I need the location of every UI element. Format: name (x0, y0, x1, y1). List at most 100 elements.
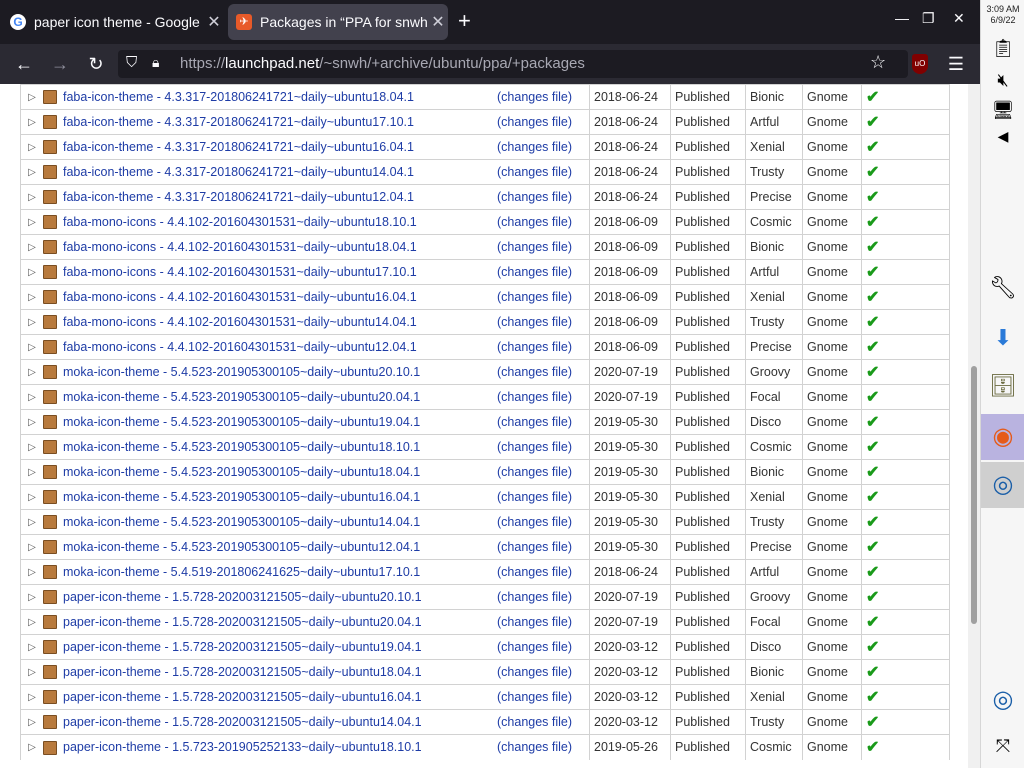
expand-triangle-icon[interactable]: ▷ (21, 710, 43, 735)
maximize-icon[interactable]: ❐ (922, 10, 935, 27)
package-link[interactable]: paper-icon-theme - 1.5.728-202003121505~… (63, 715, 422, 729)
package-link[interactable]: moka-icon-theme - 5.4.523-201905300105~d… (63, 415, 420, 429)
package-link[interactable]: faba-mono-icons - 4.4.102-201604301531~d… (63, 290, 417, 304)
package-link[interactable]: faba-mono-icons - 4.4.102-201604301531~d… (63, 315, 417, 329)
changes-file-link[interactable]: (changes file) (497, 515, 572, 529)
changes-file-link[interactable]: (changes file) (497, 165, 572, 179)
package-link[interactable]: paper-icon-theme - 1.5.728-202003121505~… (63, 640, 422, 654)
muted-speaker-icon[interactable]: 🔇︎ (987, 64, 1019, 96)
expand-triangle-icon[interactable]: ▷ (21, 185, 43, 210)
expand-triangle-icon[interactable]: ▷ (21, 210, 43, 235)
expand-triangle-icon[interactable]: ▷ (21, 585, 43, 610)
changes-file-link[interactable]: (changes file) (497, 415, 572, 429)
close-tab-icon[interactable]: ✕ (428, 12, 448, 32)
changes-file-link[interactable]: (changes file) (497, 740, 572, 754)
changes-file-link[interactable]: (changes file) (497, 365, 572, 379)
package-link[interactable]: faba-mono-icons - 4.4.102-201604301531~d… (63, 240, 417, 254)
firefox-icon[interactable]: ◉ (981, 414, 1024, 460)
changes-file-link[interactable]: (changes file) (497, 240, 572, 254)
new-tab-button[interactable]: + (458, 10, 471, 32)
package-link[interactable]: faba-icon-theme - 4.3.317-201806241721~d… (63, 140, 414, 154)
expand-triangle-icon[interactable]: ▷ (21, 135, 43, 160)
package-link[interactable]: moka-icon-theme - 5.4.523-201905300105~d… (63, 515, 420, 529)
minimize-icon[interactable]: — (895, 10, 909, 26)
changes-file-link[interactable]: (changes file) (497, 465, 572, 479)
expand-triangle-icon[interactable]: ▷ (21, 435, 43, 460)
package-link[interactable]: moka-icon-theme - 5.4.519-201806241625~d… (63, 565, 420, 579)
changes-file-link[interactable]: (changes file) (497, 665, 572, 679)
settings-tools-icon[interactable]: 🔧︎ (987, 272, 1019, 304)
expand-triangle-icon[interactable]: ▷ (21, 310, 43, 335)
expand-triangle-icon[interactable]: ▷ (21, 685, 43, 710)
changes-file-link[interactable]: (changes file) (497, 440, 572, 454)
expand-triangle-icon[interactable]: ▷ (21, 110, 43, 135)
package-link[interactable]: faba-mono-icons - 4.4.102-201604301531~d… (63, 215, 417, 229)
changes-file-link[interactable]: (changes file) (497, 340, 572, 354)
package-link[interactable]: paper-icon-theme - 1.5.723-201905252133~… (63, 740, 422, 754)
steam-tray-icon[interactable]: ◎ (987, 684, 1019, 716)
changes-file-link[interactable]: (changes file) (497, 590, 572, 604)
address-bar[interactable]: ⛉ 🔒︎ https://launchpad.net/~snwh/+archiv… (118, 50, 908, 78)
package-link[interactable]: moka-icon-theme - 5.4.523-201905300105~d… (63, 465, 420, 479)
changes-file-link[interactable]: (changes file) (497, 390, 572, 404)
forward-arrow-icon[interactable]: → (48, 52, 72, 76)
expand-triangle-icon[interactable]: ▷ (21, 85, 43, 110)
changes-file-link[interactable]: (changes file) (497, 540, 572, 554)
package-link[interactable]: faba-icon-theme - 4.3.317-201806241721~d… (63, 115, 414, 129)
package-link[interactable]: paper-icon-theme - 1.5.728-202003121505~… (63, 665, 422, 679)
expand-triangle-icon[interactable]: ▷ (21, 510, 43, 535)
steam-icon[interactable]: ◎ (981, 462, 1024, 508)
package-link[interactable]: faba-icon-theme - 4.3.317-201806241721~d… (63, 190, 414, 204)
back-arrow-icon[interactable]: ← (12, 52, 36, 76)
reload-icon[interactable]: ↻ (84, 52, 108, 76)
changes-file-link[interactable]: (changes file) (497, 90, 572, 104)
changes-file-link[interactable]: (changes file) (497, 140, 572, 154)
changes-file-link[interactable]: (changes file) (497, 315, 572, 329)
changes-file-link[interactable]: (changes file) (497, 290, 572, 304)
changes-file-link[interactable]: (changes file) (497, 615, 572, 629)
expand-triangle-icon[interactable]: ▷ (21, 285, 43, 310)
clipboard-icon[interactable]: 📋︎ (987, 32, 1019, 64)
expand-triangle-icon[interactable]: ▷ (21, 535, 43, 560)
expand-triangle-icon[interactable]: ▷ (21, 610, 43, 635)
file-manager-icon[interactable]: 🗄︎ (987, 370, 1019, 402)
expand-triangle-icon[interactable]: ▷ (21, 460, 43, 485)
package-link[interactable]: moka-icon-theme - 5.4.523-201905300105~d… (63, 490, 420, 504)
download-manager-icon[interactable]: ⬇ (987, 322, 1019, 354)
expand-triangle-icon[interactable]: ▷ (21, 410, 43, 435)
expand-triangle-icon[interactable]: ▷ (21, 660, 43, 685)
expand-triangle-icon[interactable]: ▷ (21, 160, 43, 185)
package-link[interactable]: moka-icon-theme - 5.4.523-201905300105~d… (63, 540, 420, 554)
expand-triangle-icon[interactable]: ▷ (21, 360, 43, 385)
package-link[interactable]: moka-icon-theme - 5.4.523-201905300105~d… (63, 390, 420, 404)
package-link[interactable]: faba-mono-icons - 4.4.102-201604301531~d… (63, 340, 417, 354)
close-window-icon[interactable]: ✕ (953, 10, 965, 27)
package-link[interactable]: paper-icon-theme - 1.5.728-202003121505~… (63, 590, 422, 604)
expand-triangle-icon[interactable]: ▷ (21, 735, 43, 760)
collapse-arrow-icon[interactable]: ◀ (987, 120, 1019, 152)
tab-launchpad-packages[interactable]: ✈ Packages in “PPA for snwh” ✕ (228, 4, 448, 40)
scrollbar-thumb[interactable] (971, 366, 977, 624)
lock-icon[interactable]: 🔒︎ (152, 54, 159, 71)
expand-triangle-icon[interactable]: ▷ (21, 335, 43, 360)
tab-google-search[interactable]: G paper icon theme - Google ✕ (2, 4, 224, 40)
package-link[interactable]: paper-icon-theme - 1.5.728-202003121505~… (63, 615, 422, 629)
expand-triangle-icon[interactable]: ▷ (21, 635, 43, 660)
close-tab-icon[interactable]: ✕ (204, 12, 224, 32)
changes-file-link[interactable]: (changes file) (497, 115, 572, 129)
package-link[interactable]: faba-icon-theme - 4.3.317-201806241721~d… (63, 90, 414, 104)
package-link[interactable]: faba-mono-icons - 4.4.102-201604301531~d… (63, 265, 417, 279)
changes-file-link[interactable]: (changes file) (497, 190, 572, 204)
changes-file-link[interactable]: (changes file) (497, 490, 572, 504)
changes-file-link[interactable]: (changes file) (497, 640, 572, 654)
changes-file-link[interactable]: (changes file) (497, 690, 572, 704)
menu-hamburger-icon[interactable]: ☰ (944, 52, 968, 76)
changes-file-link[interactable]: (changes file) (497, 715, 572, 729)
expand-triangle-icon[interactable]: ▷ (21, 260, 43, 285)
expand-triangle-icon[interactable]: ▷ (21, 235, 43, 260)
package-link[interactable]: paper-icon-theme - 1.5.728-202003121505~… (63, 690, 422, 704)
expand-triangle-icon[interactable]: ▷ (21, 385, 43, 410)
arrows-move-icon[interactable]: ⤧ (987, 730, 1019, 762)
expand-triangle-icon[interactable]: ▷ (21, 560, 43, 585)
url-text[interactable]: https://launchpad.net/~snwh/+archive/ubu… (180, 55, 585, 72)
